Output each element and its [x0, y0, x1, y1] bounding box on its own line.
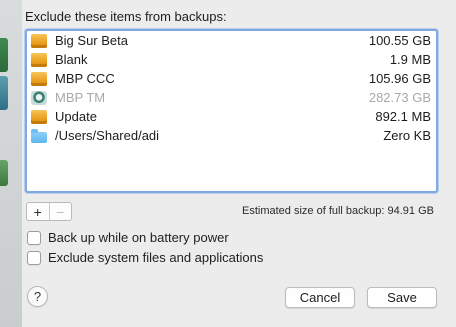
- exclude-system-files-label: Exclude system files and applications: [48, 250, 264, 265]
- item-size: 100.55 GB: [368, 33, 431, 48]
- background-window-element: [0, 160, 8, 186]
- item-size: Zero KB: [383, 128, 431, 143]
- add-remove-control: + −: [26, 202, 72, 221]
- item-name: MBP TM: [55, 90, 106, 105]
- drive-icon: [31, 33, 47, 48]
- background-window-element: [0, 76, 8, 110]
- exclude-system-files-checkbox[interactable]: [27, 250, 41, 265]
- excluded-items-list[interactable]: Big Sur Beta 100.55 GB Blank 1.9 MB MBP …: [25, 29, 438, 193]
- item-name: MBP CCC: [55, 71, 115, 86]
- help-button[interactable]: ?: [27, 286, 48, 307]
- battery-power-checkbox[interactable]: [27, 230, 41, 245]
- battery-power-option[interactable]: Back up while on battery power: [27, 230, 229, 245]
- list-item[interactable]: Big Sur Beta 100.55 GB: [27, 31, 436, 50]
- item-name: Update: [55, 109, 97, 124]
- background-window-element: [0, 38, 8, 72]
- list-item[interactable]: Update 892.1 MB: [27, 107, 436, 126]
- folder-icon: [31, 128, 47, 143]
- item-name: /Users/Shared/adi: [55, 128, 160, 143]
- exclusions-sheet: Exclude these items from backups: Big Su…: [22, 0, 456, 327]
- add-item-button[interactable]: +: [27, 203, 49, 220]
- time-machine-icon: [31, 90, 47, 105]
- list-item[interactable]: MBP CCC 105.96 GB: [27, 69, 436, 88]
- item-name: Blank: [55, 52, 88, 67]
- backup-size-estimate: Estimated size of full backup: 94.91 GB: [242, 205, 434, 217]
- cancel-button[interactable]: Cancel: [285, 287, 355, 308]
- item-name: Big Sur Beta: [55, 33, 128, 48]
- drive-icon: [31, 52, 47, 67]
- exclude-system-files-option[interactable]: Exclude system files and applications: [27, 250, 263, 265]
- drive-icon: [31, 109, 47, 124]
- battery-power-label: Back up while on battery power: [48, 230, 229, 245]
- item-size: 105.96 GB: [368, 71, 431, 86]
- list-item[interactable]: MBP TM 282.73 GB: [27, 88, 436, 107]
- save-button[interactable]: Save: [367, 287, 437, 308]
- list-item[interactable]: /Users/Shared/adi Zero KB: [27, 126, 436, 145]
- background-window: [0, 0, 23, 327]
- drive-icon: [31, 71, 47, 86]
- list-item[interactable]: Blank 1.9 MB: [27, 50, 436, 69]
- item-size: 892.1 MB: [375, 109, 431, 124]
- remove-item-button[interactable]: −: [48, 203, 72, 220]
- item-size: 282.73 GB: [368, 90, 431, 105]
- item-size: 1.9 MB: [389, 52, 431, 67]
- sheet-heading: Exclude these items from backups:: [25, 9, 227, 24]
